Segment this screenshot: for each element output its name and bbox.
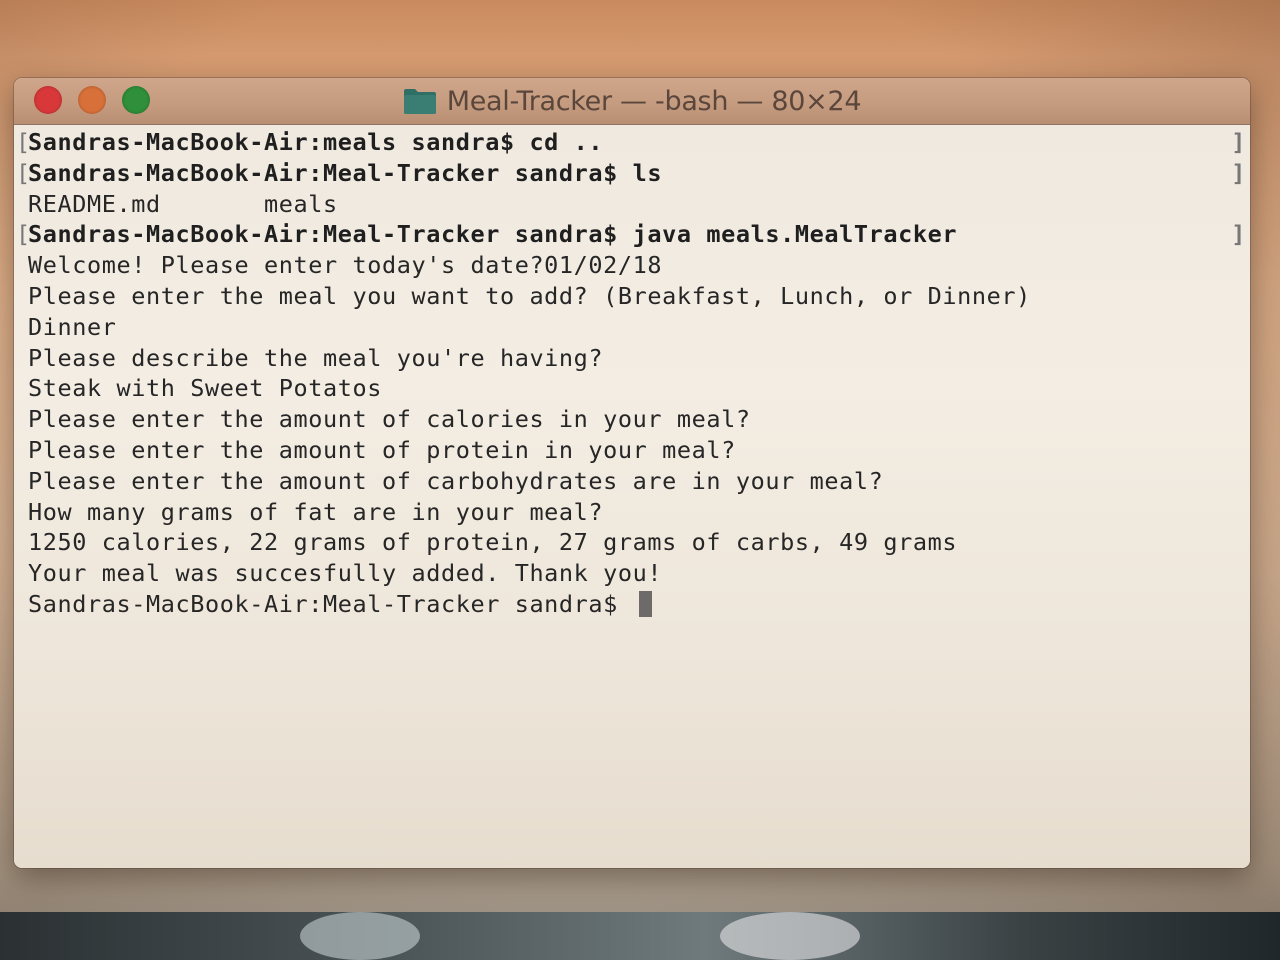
terminal-lines: Sandras-MacBook-Air:meals sandra$ cd ..S… (14, 127, 1250, 589)
desk-background (0, 912, 1280, 960)
window-title-text: Meal-Tracker — -bash — 80×24 (446, 85, 862, 117)
output-line: Dinner (28, 312, 117, 341)
folder-icon (403, 87, 437, 115)
output-line: Please enter the amount of calories in y… (28, 405, 751, 434)
terminal-window[interactable]: Meal-Tracker — -bash — 80×24 Sandras-Mac… (14, 78, 1250, 868)
title-bar[interactable]: Meal-Tracker — -bash — 80×24 (14, 78, 1250, 125)
terminal-output[interactable]: Sandras-MacBook-Air:meals sandra$ cd ..S… (14, 125, 1250, 868)
command-line: Sandras-MacBook-Air:meals sandra$ cd .. (14, 127, 1250, 158)
output-line: How many grams of fat are in your meal? (28, 497, 604, 526)
prompt-line[interactable]: Sandras-MacBook-Air:Meal-Tracker sandra$ (14, 589, 1250, 620)
output-line: 1250 calories, 22 grams of protein, 27 g… (28, 528, 958, 557)
output-line: Please enter the amount of carbohydrates… (28, 466, 884, 495)
window-title: Meal-Tracker — -bash — 80×24 (14, 78, 1250, 124)
output-line: README.md meals (28, 189, 338, 218)
command-line: Sandras-MacBook-Air:Meal-Tracker sandra$… (14, 219, 1250, 250)
text-cursor (638, 590, 652, 617)
desk-highlight (720, 912, 860, 960)
output-line: Welcome! Please enter today's date?01/02… (28, 251, 663, 280)
output-line: Your meal was succesfully added. Thank y… (28, 559, 663, 588)
output-line: Steak with Sweet Potatos (28, 374, 382, 403)
output-line: Please enter the meal you want to add? (… (28, 281, 1031, 310)
command-line: Sandras-MacBook-Air:Meal-Tracker sandra$… (14, 158, 1250, 189)
output-line: Please describe the meal you're having? (28, 343, 604, 372)
prompt-text: Sandras-MacBook-Air:Meal-Tracker sandra$ (28, 589, 633, 618)
output-line: Please enter the amount of protein in yo… (28, 435, 736, 464)
desk-highlight (300, 912, 420, 960)
